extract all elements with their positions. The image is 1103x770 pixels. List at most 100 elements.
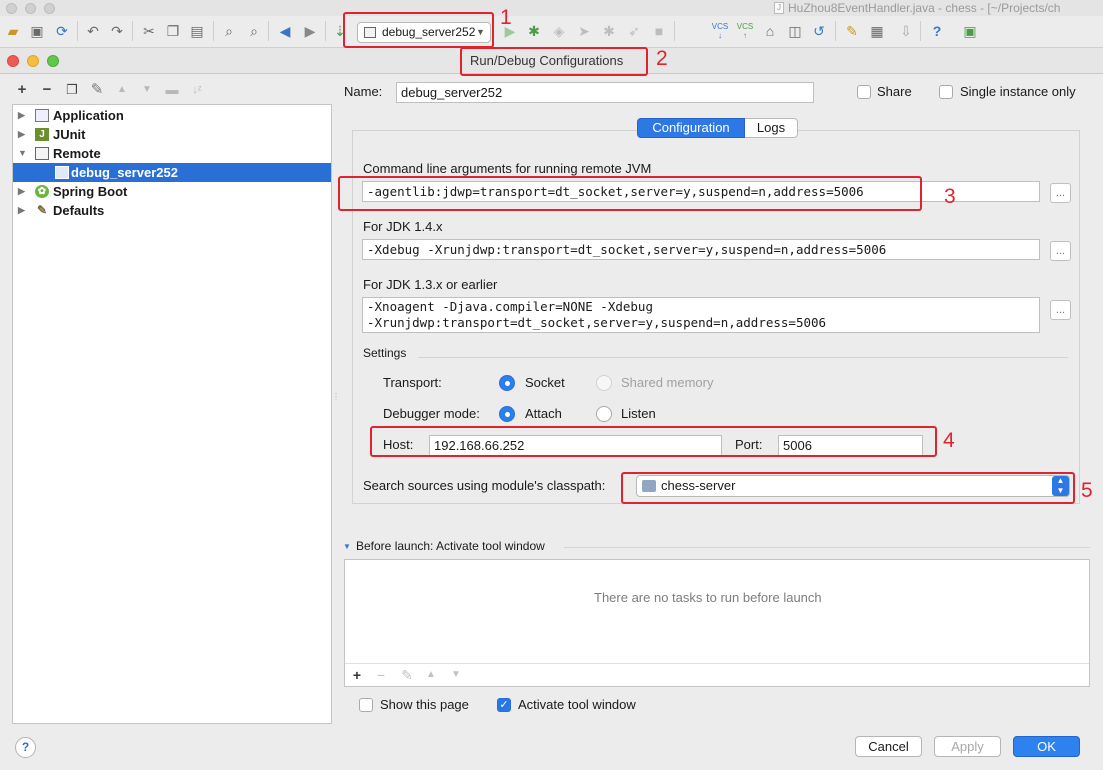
expand-arrow-icon[interactable]: ▶ (18, 182, 25, 201)
jdk13-expand-button[interactable]: ... (1050, 300, 1071, 320)
debugger-attach-radio[interactable] (499, 406, 515, 422)
cut-icon[interactable]: ✂ (140, 22, 158, 40)
transport-shared-memory-label: Shared memory (621, 375, 714, 390)
tree-item-remote[interactable]: ▼ Remote (13, 144, 331, 163)
settings-icon[interactable]: ✎ (843, 22, 861, 40)
help-icon[interactable]: ? (928, 22, 946, 40)
annotation-number-4: 4 (943, 429, 955, 452)
cancel-button[interactable]: Cancel (855, 736, 922, 757)
find-icon[interactable]: ⌕ (220, 22, 238, 40)
move-task-up-icon[interactable]: ▲ (424, 667, 438, 683)
before-launch-label[interactable]: Before launch: Activate tool window (356, 539, 545, 553)
expand-arrow-icon[interactable]: ▶ (18, 106, 25, 125)
profile-icon[interactable]: ➤ (575, 22, 593, 40)
annotation-box-1 (343, 12, 494, 48)
dialog-minimize-button[interactable] (27, 55, 39, 67)
ide-window-title: HuZhou8EventHandler.java - chess - [~/Pr… (788, 1, 1061, 15)
vcs-push-icon[interactable]: ⌂ (761, 22, 779, 40)
debug-icon[interactable]: ✱ (525, 22, 543, 40)
configuration-tree: ▶ Application ▶ J JUnit ▼ Remote debug_s… (12, 104, 332, 724)
paste-icon[interactable]: ▤ (188, 22, 206, 40)
before-launch-divider (564, 547, 1090, 548)
vcs-history-icon[interactable]: ◫ (786, 22, 804, 40)
transport-label: Transport: (383, 375, 442, 390)
tasks-toolbar-divider (345, 663, 1089, 664)
activate-tool-window-checkbox[interactable]: ✓ (497, 698, 511, 712)
apply-button[interactable]: Apply (934, 736, 1001, 757)
plugin-icon[interactable]: ▣ (961, 22, 979, 40)
name-input[interactable]: debug_server252 (396, 82, 814, 103)
annotation-number-3: 3 (944, 185, 956, 208)
expand-arrow-icon[interactable]: ▶ (18, 201, 25, 220)
jdk13-field[interactable]: -Xnoagent -Djava.compiler=NONE -Xdebug -… (362, 297, 1040, 333)
copy-icon[interactable]: ❐ (164, 22, 182, 40)
remove-configuration-icon[interactable]: − (39, 81, 55, 99)
window-zoom-button[interactable] (44, 3, 55, 14)
tree-item-application[interactable]: ▶ Application (13, 106, 331, 125)
collapse-arrow-icon[interactable]: ▼ (18, 144, 27, 163)
tree-item-spring-boot[interactable]: ▶ ✿ Spring Boot (13, 182, 331, 201)
copy-configuration-icon[interactable]: ❐ (64, 81, 80, 99)
wrench-icon: ✎ (36, 203, 48, 217)
sdk-download-icon[interactable]: ⇩ (897, 22, 915, 40)
tab-logs[interactable]: Logs (745, 118, 798, 138)
revert-icon[interactable]: ↺ (810, 22, 828, 40)
debugger-listen-radio[interactable] (596, 406, 612, 422)
project-structure-icon[interactable]: ▦ (868, 22, 886, 40)
move-up-icon[interactable]: ▲ (114, 81, 130, 99)
window-minimize-button[interactable] (25, 3, 36, 14)
window-close-button[interactable] (6, 3, 17, 14)
dialog-close-button[interactable] (7, 55, 19, 67)
back-icon[interactable]: ◀ (276, 22, 294, 40)
cmdline-expand-button[interactable]: ... (1050, 183, 1071, 203)
remove-task-icon[interactable]: − (374, 667, 388, 683)
replace-icon[interactable]: ⌕ (245, 22, 263, 40)
tree-item-junit[interactable]: ▶ J JUnit (13, 125, 331, 144)
spring-boot-icon: ✿ (35, 185, 49, 198)
sync-icon[interactable]: ⟳ (53, 22, 71, 40)
edit-task-icon[interactable]: ✎ (400, 667, 414, 683)
add-task-icon[interactable]: + (350, 667, 364, 683)
save-icon[interactable]: ▣ (28, 22, 46, 40)
java-file-icon: J (774, 2, 784, 14)
single-instance-label: Single instance only (960, 84, 1076, 99)
show-page-checkbox[interactable] (359, 698, 373, 712)
single-instance-checkbox[interactable] (939, 85, 953, 99)
edit-defaults-icon[interactable]: ✎ (89, 81, 105, 99)
move-task-down-icon[interactable]: ▼ (449, 667, 463, 683)
jdk13-line-1: -Xnoagent -Djava.compiler=NONE -Xdebug (367, 299, 653, 314)
splitter-handle[interactable]: ⋮ (332, 392, 340, 401)
redo-icon[interactable]: ↷ (108, 22, 126, 40)
share-checkbox[interactable] (857, 85, 871, 99)
classpath-label: Search sources using module's classpath: (363, 478, 606, 493)
dialog-zoom-button[interactable] (47, 55, 59, 67)
before-launch-collapse-icon[interactable]: ▼ (343, 542, 351, 551)
vcs-update-icon[interactable]: VCS ↓ (711, 22, 729, 40)
tree-item-defaults[interactable]: ▶ ✎ Defaults (13, 201, 331, 220)
folder-icon[interactable]: ▬ (164, 81, 180, 99)
open-folder-icon[interactable]: ▰ (4, 22, 22, 40)
jdk14-field[interactable]: -Xdebug -Xrunjdwp:transport=dt_socket,se… (362, 239, 1040, 260)
sort-icon[interactable]: ↓ᶻ (189, 81, 205, 99)
annotation-number-5: 5 (1081, 479, 1093, 502)
vcs-commit-icon[interactable]: VCS ↑ (736, 22, 754, 40)
forward-icon[interactable]: ▶ (301, 22, 319, 40)
activate-tool-window-label: Activate tool window (518, 697, 636, 712)
coverage-icon[interactable]: ◈ (550, 22, 568, 40)
stop-icon[interactable]: ■ (650, 22, 668, 40)
attach-debugger-icon[interactable]: ✱ (600, 22, 618, 40)
tree-item-debug-server252[interactable]: debug_server252 (13, 163, 331, 182)
expand-arrow-icon[interactable]: ▶ (18, 125, 25, 144)
application-icon (35, 109, 49, 122)
jdk14-expand-button[interactable]: ... (1050, 241, 1071, 261)
move-down-icon[interactable]: ▼ (139, 81, 155, 99)
transport-socket-radio[interactable] (499, 375, 515, 391)
add-configuration-icon[interactable]: + (14, 81, 30, 99)
ok-button[interactable]: OK (1013, 736, 1080, 757)
tab-configuration[interactable]: Configuration (637, 118, 745, 138)
help-button[interactable]: ? (15, 737, 36, 758)
undo-icon[interactable]: ↶ (84, 22, 102, 40)
build-icon[interactable]: ➶ (625, 22, 643, 40)
debugger-listen-label: Listen (621, 406, 656, 421)
transport-shared-memory-radio[interactable] (596, 375, 612, 391)
